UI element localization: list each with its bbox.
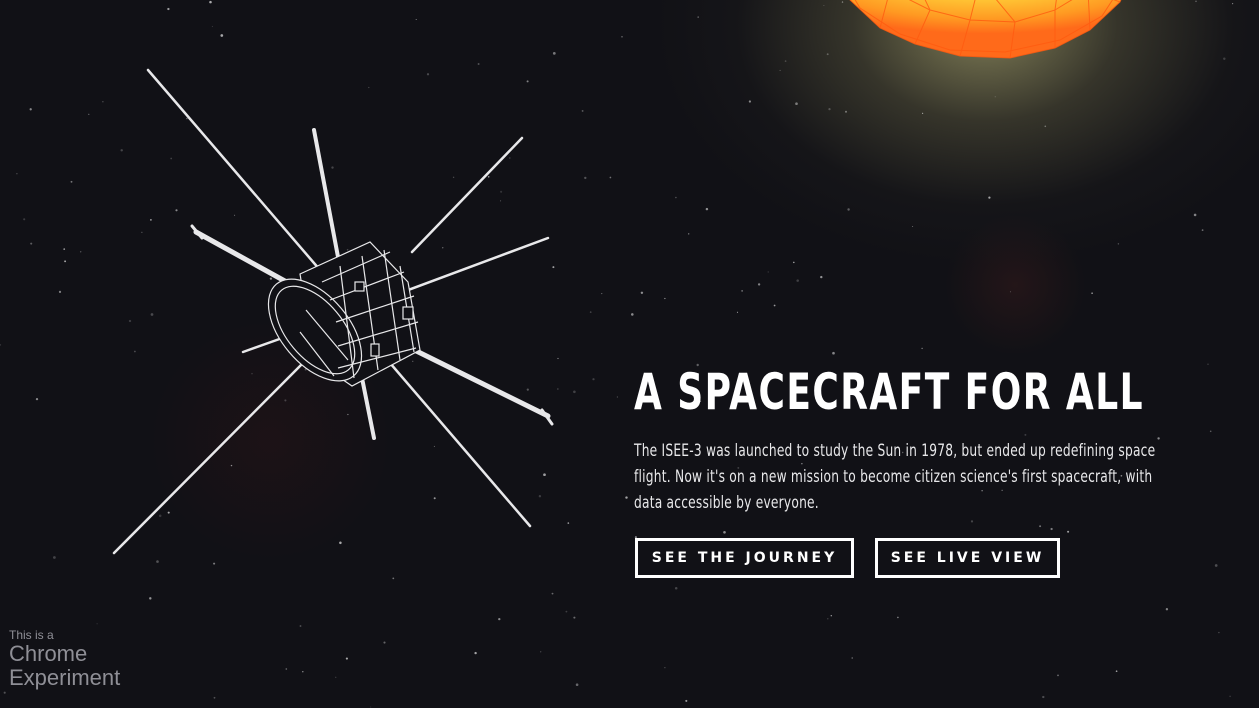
hero-stage: A SPACECRAFT FOR ALL The ISEE-3 was laun… (0, 0, 1259, 708)
sun-icon (849, 0, 1122, 59)
badge-prefix: This is a (9, 628, 54, 642)
isee3-wireframe-icon (112, 68, 554, 555)
see-the-journey-button[interactable]: SEE THE JOURNEY (635, 538, 854, 578)
hero-section: A SPACECRAFT FOR ALL The ISEE-3 was laun… (634, 356, 1234, 516)
see-live-view-button[interactable]: SEE LIVE VIEW (875, 538, 1060, 578)
hero-description: The ISEE-3 was launched to study the Sun… (634, 441, 1156, 513)
chrome-experiment-badge[interactable]: This is a Chrome Experiment (9, 628, 120, 690)
hero-actions: SEE THE JOURNEY SEE LIVE VIEW (635, 538, 1060, 578)
badge-title-line1: Chrome (9, 641, 88, 666)
badge-title-line2: Experiment (9, 665, 121, 690)
hero-title: A SPACECRAFT FOR ALL (634, 363, 1144, 421)
